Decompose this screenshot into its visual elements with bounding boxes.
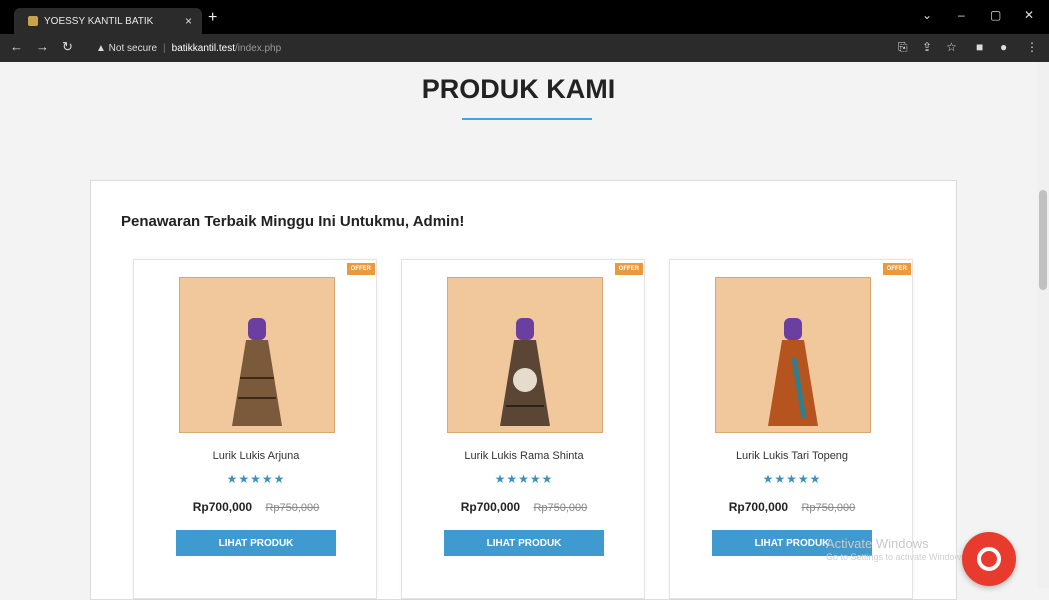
title-underline xyxy=(462,118,592,120)
current-price: Rp700,000 xyxy=(460,500,521,514)
watermark-subtitle: Go to Settings to activate Windows. xyxy=(826,552,969,562)
product-card[interactable]: OFFER Lurik Lukis Rama Shinta ★★★★★ Rp70… xyxy=(401,259,645,599)
close-window-icon[interactable]: ✕ xyxy=(1024,8,1034,22)
product-price: Rp700,000 Rp750,000 xyxy=(134,500,378,514)
page-scrollbar[interactable] xyxy=(1037,62,1049,588)
product-card[interactable]: OFFER Lurik Lukis Arjuna ★★★★★ Rp700,000… xyxy=(133,259,377,599)
offer-badge: OFFER xyxy=(346,263,375,275)
browser-tab-strip: YOESSY KANTIL BATIK × + ⌄ – ▢ ✕ xyxy=(0,0,1049,34)
view-product-button[interactable]: LIHAT PRODUK xyxy=(176,530,336,556)
product-image[interactable] xyxy=(715,277,871,433)
restore-icon[interactable]: ▢ xyxy=(990,8,1001,22)
not-secure-label: ▲ Not secure xyxy=(96,42,158,54)
share-icon[interactable]: ⇪ xyxy=(922,40,932,54)
url-path: /index.php xyxy=(235,42,282,54)
translate-icon[interactable]: ⎘ xyxy=(898,40,908,55)
old-price: Rp750,000 xyxy=(533,502,588,514)
tab-title: YOESSY KANTIL BATIK xyxy=(44,15,154,27)
chat-button[interactable] xyxy=(962,532,1016,586)
page-content: PRODUK KAMI Penawaran Terbaik Minggu Ini… xyxy=(0,62,1037,600)
forward-icon[interactable]: → xyxy=(36,39,49,54)
tab-search-icon[interactable]: ⌄ xyxy=(922,8,932,22)
back-icon[interactable]: ← xyxy=(10,39,23,54)
product-price: Rp700,000 Rp750,000 xyxy=(670,500,914,514)
address-bar: ← → ↻ ▲ Not secure | batikkantil.test /i… xyxy=(0,34,1049,62)
watermark-title: Activate Windows xyxy=(826,536,929,551)
bookmark-star-icon[interactable]: ☆ xyxy=(946,40,957,54)
product-name[interactable]: Lurik Lukis Arjuna xyxy=(134,450,378,462)
dress-icon xyxy=(768,318,818,426)
current-price: Rp700,000 xyxy=(728,500,789,514)
scrollbar-thumb[interactable] xyxy=(1039,190,1047,290)
minimize-icon[interactable]: – xyxy=(958,8,965,22)
dress-icon xyxy=(500,318,550,426)
offer-badge: OFFER xyxy=(882,263,911,275)
product-price: Rp700,000 Rp750,000 xyxy=(402,500,646,514)
site-favicon-icon xyxy=(28,16,38,26)
url-field[interactable]: ▲ Not secure | batikkantil.test /index.p… xyxy=(96,38,976,58)
browser-tab[interactable]: YOESSY KANTIL BATIK × xyxy=(14,8,202,34)
sidebar-icon[interactable]: ■ xyxy=(976,40,983,54)
current-price: Rp700,000 xyxy=(192,500,253,514)
panel-heading: Penawaran Terbaik Minggu Ini Untukmu, Ad… xyxy=(121,213,465,230)
rating-stars: ★★★★★ xyxy=(762,472,822,486)
product-name[interactable]: Lurik Lukis Tari Topeng xyxy=(670,450,914,462)
menu-dots-icon[interactable]: ⋮ xyxy=(1026,40,1038,54)
old-price: Rp750,000 xyxy=(265,502,320,514)
activate-windows-watermark: Activate Windows Go to Settings to activ… xyxy=(826,536,968,562)
tab-close-icon[interactable]: × xyxy=(185,14,192,28)
reload-icon[interactable]: ↻ xyxy=(62,39,73,55)
rating-stars: ★★★★★ xyxy=(226,472,286,486)
profile-icon[interactable]: ● xyxy=(1000,40,1007,54)
chat-bubble-icon xyxy=(977,547,1001,571)
old-price: Rp750,000 xyxy=(801,502,856,514)
rating-stars: ★★★★★ xyxy=(494,472,554,486)
page-title: PRODUK KAMI xyxy=(421,74,616,104)
product-name[interactable]: Lurik Lukis Rama Shinta xyxy=(402,450,646,462)
dress-icon xyxy=(232,318,282,426)
view-product-button[interactable]: LIHAT PRODUK xyxy=(444,530,604,556)
url-host: batikkantil.test xyxy=(171,42,236,54)
offer-badge: OFFER xyxy=(614,263,643,275)
product-image[interactable] xyxy=(179,277,335,433)
new-tab-icon[interactable]: + xyxy=(208,9,217,27)
product-image[interactable] xyxy=(447,277,603,433)
